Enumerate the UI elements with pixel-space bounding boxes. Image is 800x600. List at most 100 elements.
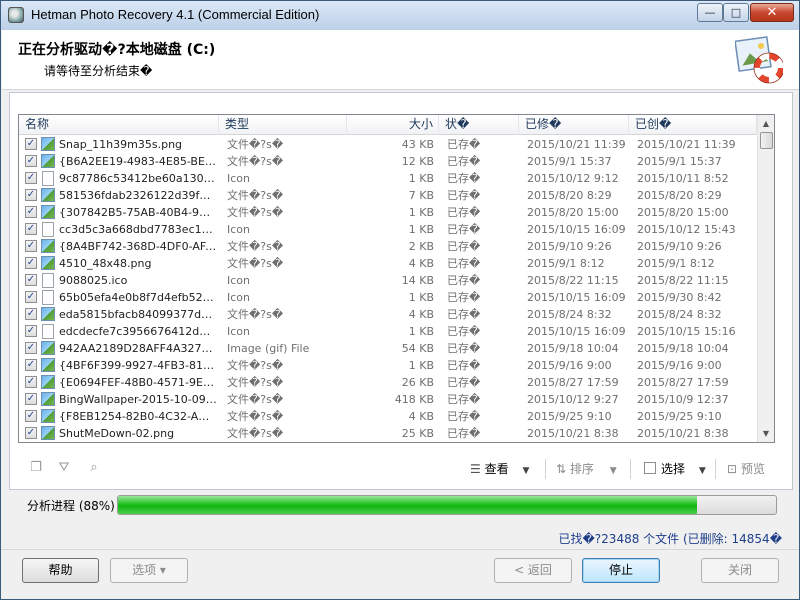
copy-icon[interactable]: ❐ <box>28 460 44 476</box>
table-row[interactable]: ✓ 65b05efa4e0b8f7d4efb52a1.ico Icon 1 KB 已存�… <box>19 289 757 306</box>
table-row[interactable]: ✓ 9c87786c53412be60a130fbb7… Icon 1 KB 已存� 20… <box>19 170 757 187</box>
view-dropdown-icon: ▼ <box>522 466 530 476</box>
document-file-icon <box>41 290 55 305</box>
table-row[interactable]: ✓ {8A4BF742-368D-4DF0-AFAF-… 文件�?s� 2 KB 已存�… <box>19 238 757 255</box>
image-file-icon <box>41 409 55 424</box>
column-size[interactable]: 大小 <box>347 115 439 135</box>
table-row[interactable]: ✓ BingWallpaper-2015-10-09.jpg 文件�?s� 418 K… <box>19 391 757 408</box>
table-row[interactable]: ✓ {B6A2EE19-4983-4E85-BEFD-… 文件�?s� 12 KB 已存… <box>19 153 757 170</box>
file-created: 2015/10/12 15:43 <box>637 223 736 236</box>
column-status[interactable]: 状� <box>439 115 519 135</box>
table-row[interactable]: ✓ {307842B5-75AB-40B4-9A22-… 文件�?s� 1 KB 已存�… <box>19 204 757 221</box>
column-name[interactable]: 名称 <box>19 115 219 135</box>
close-button[interactable]: 关闭 <box>701 558 779 583</box>
vertical-scrollbar[interactable]: ▲ ▼ <box>757 115 774 442</box>
options-button[interactable]: 选项 ▾ <box>110 558 188 583</box>
file-modified: 2015/10/15 16:09 <box>527 325 626 338</box>
scroll-up-icon[interactable]: ▲ <box>758 115 774 132</box>
row-checkbox[interactable]: ✓ <box>25 291 37 303</box>
file-created: 2015/9/10 9:26 <box>637 240 722 253</box>
close-window-button[interactable]: ✕ <box>750 3 794 22</box>
file-status: 已存� <box>447 308 481 321</box>
file-type: 文件�?s� <box>227 240 284 253</box>
view-button[interactable]: ☰ 查看 ▼ <box>470 459 529 479</box>
table-row[interactable]: ✓ edcdecfe7c3956676412d20bd… Icon 1 KB 已存� 20… <box>19 323 757 340</box>
column-created[interactable]: 已创� <box>629 115 757 135</box>
row-checkbox[interactable]: ✓ <box>25 376 37 388</box>
sort-dropdown-icon: ▼ <box>609 466 617 476</box>
file-modified: 2015/9/16 9:00 <box>527 359 612 372</box>
toolbar-separator <box>630 459 631 479</box>
file-status: 已存� <box>447 342 481 355</box>
row-checkbox[interactable]: ✓ <box>25 189 37 201</box>
progress-fill <box>118 496 698 514</box>
row-checkbox[interactable]: ✓ <box>25 427 37 439</box>
column-type[interactable]: 类型 <box>219 115 347 135</box>
table-row[interactable]: ✓ cc3d5c3a668dbd7783ec13212… Icon 1 KB 已存� 20… <box>19 221 757 238</box>
maximize-button[interactable]: □ <box>723 3 749 22</box>
table-row[interactable]: ✓ 9088025.ico Icon 14 KB 已存� 2015/8/22 11:15 2… <box>19 272 757 289</box>
row-checkbox[interactable]: ✓ <box>25 223 37 235</box>
image-file-icon <box>41 426 55 441</box>
filter-icon[interactable]: ⛛ <box>56 460 72 476</box>
table-row[interactable]: ✓ 942AA2189D28AFF4A327175… Image (gif) Fil… <box>19 340 757 357</box>
file-modified: 2015/10/12 9:12 <box>527 172 619 185</box>
file-size: 1 KB <box>408 359 434 372</box>
file-name: 65b05efa4e0b8f7d4efb52a1.ico <box>59 291 217 304</box>
row-checkbox[interactable]: ✓ <box>25 138 37 150</box>
list-toolbar: ❐ ⛛ ⌕ ☰ 查看 ▼ ⇅ 排序 ▼ 选择 ▼ ⊡ 预览 <box>18 456 775 482</box>
table-row[interactable]: ✓ 581536fdab2326122d39fb77b… 文件�?s� 7 KB 已存�… <box>19 187 757 204</box>
file-size: 54 KB <box>401 342 434 355</box>
file-status: 已存� <box>447 359 481 372</box>
file-name: {4BF6F399-9927-4FB3-81D0-7… <box>59 359 217 372</box>
row-checkbox[interactable]: ✓ <box>25 257 37 269</box>
row-checkbox[interactable]: ✓ <box>25 342 37 354</box>
help-button[interactable]: 帮助 <box>22 558 99 583</box>
column-modified[interactable]: 已修� <box>519 115 629 135</box>
table-row[interactable]: ✓ {F8EB1254-82B0-4C32-AD47-… 文件�?s� 4 KB 已存�… <box>19 408 757 425</box>
row-checkbox[interactable]: ✓ <box>25 410 37 422</box>
file-status: 已存� <box>447 155 481 168</box>
sort-button[interactable]: ⇅ 排序 ▼ <box>556 459 617 479</box>
row-checkbox[interactable]: ✓ <box>25 359 37 371</box>
minimize-button[interactable]: — <box>697 3 723 22</box>
row-checkbox[interactable]: ✓ <box>25 325 37 337</box>
page-title: 正在分析驱动�?本地磁盘 (C:) <box>18 42 216 58</box>
table-row[interactable]: ✓ {4BF6F399-9927-4FB3-81D0-7… 文件�?s� 1 KB 已存… <box>19 357 757 374</box>
toolbar-separator <box>715 459 716 479</box>
row-checkbox[interactable]: ✓ <box>25 155 37 167</box>
title-bar[interactable]: Hetman Photo Recovery 4.1 (Commercial Ed… <box>1 1 799 30</box>
table-row[interactable]: ✓ 4510_48x48.png 文件�?s� 4 KB 已存� 2015/9/1 8:1… <box>19 255 757 272</box>
back-button[interactable]: < 返回 <box>494 558 572 583</box>
file-type: 文件�?s� <box>227 138 284 151</box>
preview-button[interactable]: ⊡ 预览 <box>727 459 765 479</box>
file-created: 2015/9/1 8:12 <box>637 257 715 270</box>
table-row[interactable]: ✓ eda5815bfacb84099377d5554… 文件�?s� 4 KB 已存�… <box>19 306 757 323</box>
file-name: 942AA2189D28AFF4A327175… <box>59 342 217 355</box>
file-status: 已存� <box>447 138 481 151</box>
table-row[interactable]: ✓ {E0694FEF-48B0-4571-9E25-E… 文件�?s� 26 KB 已… <box>19 374 757 391</box>
table-row[interactable]: ✓ Snap_11h39m35s.png 文件�?s� 43 KB 已存� 2015/10… <box>19 136 757 153</box>
row-checkbox[interactable]: ✓ <box>25 172 37 184</box>
select-checkbox[interactable] <box>644 462 656 474</box>
file-modified: 2015/10/21 8:38 <box>527 427 619 440</box>
find-icon[interactable]: ⌕ <box>86 460 102 476</box>
row-checkbox[interactable]: ✓ <box>25 393 37 405</box>
file-list[interactable]: 名称 类型 大小 状� 已修� 已创� ✓ Snap_11h39m35s.png 文… <box>18 114 775 443</box>
row-checkbox[interactable]: ✓ <box>25 308 37 320</box>
scroll-down-icon[interactable]: ▼ <box>758 425 774 442</box>
file-modified: 2015/10/15 16:09 <box>527 291 626 304</box>
table-row[interactable]: ✓ ShutMeDown-02.png 文件�?s� 25 KB 已存� 2015/10/… <box>19 425 757 442</box>
row-checkbox[interactable]: ✓ <box>25 206 37 218</box>
file-size: 43 KB <box>401 138 434 151</box>
file-type: 文件�?s� <box>227 155 284 168</box>
file-modified: 2015/9/25 9:10 <box>527 410 612 423</box>
file-type: 文件�?s� <box>227 393 284 406</box>
file-size: 1 KB <box>408 223 434 236</box>
scroll-thumb[interactable] <box>760 132 773 149</box>
select-button[interactable]: 选择 ▼ <box>644 459 706 479</box>
row-checkbox[interactable]: ✓ <box>25 274 37 286</box>
row-checkbox[interactable]: ✓ <box>25 240 37 252</box>
stop-button[interactable]: 停止 <box>582 558 660 583</box>
file-size: 1 KB <box>408 291 434 304</box>
